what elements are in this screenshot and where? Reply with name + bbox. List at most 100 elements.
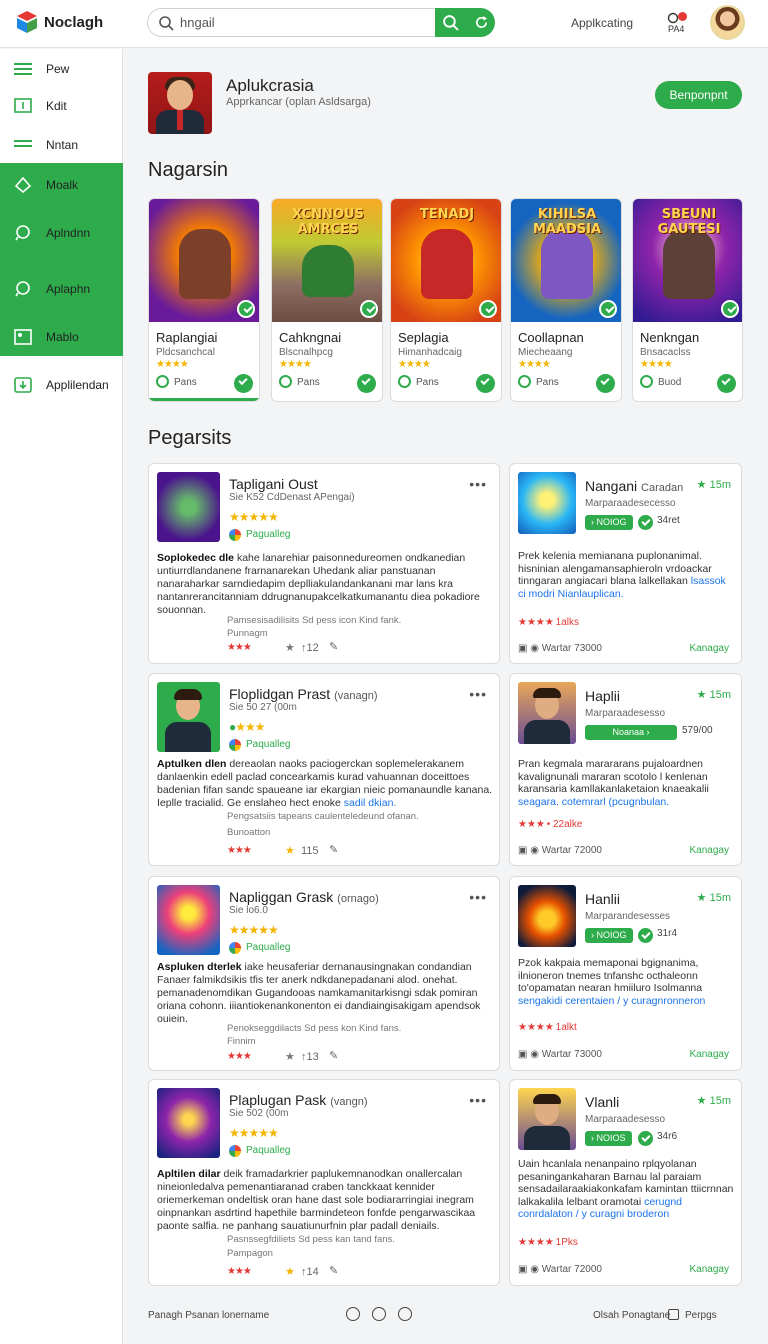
side-card-action[interactable]: Kanagay xyxy=(690,1049,729,1060)
sidebar-item-label: Aplndnn xyxy=(46,226,91,240)
sidebar-item-label: Applilendan xyxy=(46,378,109,392)
side-card-title[interactable]: Haplii xyxy=(585,688,620,704)
install-check-icon[interactable] xyxy=(596,374,615,393)
sidebar-item-mablo[interactable]: Mablo xyxy=(0,317,123,357)
game-card[interactable]: TENADJ Seplagia Himanhadcaig ★★★★ Pans xyxy=(390,198,502,402)
bell-icon xyxy=(667,12,679,24)
sidebar-item-aplaphn[interactable]: Aplaphn xyxy=(0,269,123,309)
game-card[interactable]: KIHILSA MAADSIA Coollapnan Miecheaang ★★… xyxy=(510,198,622,402)
post-card[interactable]: Floplidgan Prast (vanagn) Sie 50 27 (00m… xyxy=(148,673,500,866)
check-icon xyxy=(638,928,653,943)
side-card[interactable]: Nangani Caradan ★ 15m Marparaadesecesso … xyxy=(509,463,742,664)
status-pill[interactable]: › NOIOG xyxy=(585,515,633,530)
side-card-title[interactable]: Nangani Caradan xyxy=(585,478,683,494)
side-card[interactable]: Hanlii ★ 15m Marparandesesses › NOIOG 31… xyxy=(509,876,742,1071)
side-card-thumbnail[interactable] xyxy=(518,682,576,744)
post-thumbnail[interactable] xyxy=(157,885,220,955)
edit-icon[interactable]: ✎ xyxy=(329,640,338,653)
refresh-button[interactable] xyxy=(467,8,495,37)
game-card[interactable]: XCNNOUS AMRCES Cahkngnai Blscnalhpcg ★★★… xyxy=(271,198,383,402)
install-check-icon[interactable] xyxy=(717,374,736,393)
post-thumbnail[interactable] xyxy=(157,682,220,752)
top-nav-link[interactable]: Applkcating xyxy=(571,16,633,30)
post-card[interactable]: Plaplugan Pask (vangn) Sie 502 (00m ★★★★… xyxy=(148,1079,500,1286)
notification-count: PA4 xyxy=(668,24,685,34)
more-options-icon[interactable]: ••• xyxy=(469,889,487,905)
sidebar-item-pew[interactable]: Pew xyxy=(0,49,123,89)
footer-text[interactable]: Panagh Psanan lonername xyxy=(148,1310,269,1321)
profile-image[interactable] xyxy=(148,72,212,134)
sidebar-item-kdit[interactable]: Kdit xyxy=(0,86,123,126)
post-thumbnail[interactable] xyxy=(157,1088,220,1158)
side-card-title[interactable]: Vlanli xyxy=(585,1094,619,1110)
post-body: Apltilen dilar deik framadarkrier papluk… xyxy=(157,1168,476,1232)
more-options-icon[interactable]: ••• xyxy=(469,1092,487,1108)
side-card-body: Prek kelenia memianana puplonanimal. his… xyxy=(518,550,726,600)
side-card-title[interactable]: Hanlii xyxy=(585,891,620,907)
game-card[interactable]: SBEUNI GAUTESI Nenkngan Bnsacaclss ★★★★ … xyxy=(632,198,743,402)
search-box[interactable]: hngail xyxy=(147,8,435,37)
game-name: Seplagia xyxy=(398,330,449,345)
side-card-thumbnail[interactable] xyxy=(518,472,576,534)
install-check-icon[interactable] xyxy=(234,374,253,393)
rating-stars: ★★★★ xyxy=(518,359,551,370)
app-logo-icon[interactable] xyxy=(16,10,38,34)
edit-icon[interactable]: ✎ xyxy=(329,1264,338,1277)
more-options-icon[interactable]: ••• xyxy=(469,476,487,492)
profile-action-button[interactable]: Benponpnt xyxy=(655,81,742,109)
sidebar-item-applilendan[interactable]: Applilendan xyxy=(0,365,123,405)
footer-link[interactable]: Olsah Ponagtane xyxy=(593,1310,670,1321)
footer-pages-link[interactable]: Perpgs xyxy=(685,1310,717,1321)
user-avatar[interactable] xyxy=(710,5,745,40)
social-icon-1[interactable] xyxy=(346,1307,360,1321)
game-art xyxy=(149,199,259,322)
sidebar-item-moalk[interactable]: Moalk xyxy=(0,165,123,205)
side-card-body: Pzok kakpaia memaponai bgignanima, ilnio… xyxy=(518,957,706,1007)
post-title[interactable]: Napliggan Grask (ornago) xyxy=(229,889,379,905)
social-icon-2[interactable] xyxy=(372,1307,386,1321)
verified-label: Paqualleg xyxy=(246,1145,291,1156)
install-check-icon[interactable] xyxy=(357,374,376,393)
game-name: Cahkngnai xyxy=(279,330,342,345)
game-card[interactable]: Raplangiai Pldcsanchcal ★★★★ Pans xyxy=(148,198,260,402)
side-card-action[interactable]: Kanagay xyxy=(690,845,729,856)
post-title[interactable]: Plaplugan Pask (vangn) xyxy=(229,1092,367,1108)
post-title[interactable]: Tapligani Oust xyxy=(229,476,318,492)
status-pill[interactable]: › NOIOS xyxy=(585,1131,632,1146)
post-thumbnail[interactable] xyxy=(157,472,220,542)
edit-icon[interactable]: ✎ xyxy=(329,1049,338,1062)
app-brand[interactable]: Noclagh xyxy=(44,14,103,31)
side-card-action[interactable]: Kanagay xyxy=(690,1264,729,1275)
post-title[interactable]: Floplidgan Prast (vanagn) xyxy=(229,686,377,702)
profile-title: Aplukcrasia xyxy=(226,76,314,95)
side-card[interactable]: Vlanli ★ 15m Marparaadesesso › NOIOS 34r… xyxy=(509,1079,742,1286)
post-card[interactable]: Tapligani Oust Sie K52 CdDenast APengai)… xyxy=(148,463,500,664)
star-icon: ★ xyxy=(285,1051,295,1063)
side-card-thumbnail[interactable] xyxy=(518,1088,576,1150)
install-check-icon[interactable] xyxy=(476,374,495,393)
post-card[interactable]: Napliggan Grask (ornago) Sie lo6.0 ★★★★★… xyxy=(148,876,500,1071)
post-rating: ★★★ xyxy=(227,845,252,856)
top-bar: Noclagh hngail Applkcating PA4 xyxy=(0,0,768,48)
edit-icon[interactable]: ✎ xyxy=(329,843,338,856)
side-card-thumbnail[interactable] xyxy=(518,885,576,947)
side-card-stars: ★★★★ 1Pks xyxy=(518,1237,578,1248)
sidebar-item-aplndnn[interactable]: Aplndnn xyxy=(0,213,123,253)
search-input[interactable]: hngail xyxy=(180,15,215,30)
post-rating: ★★★ xyxy=(227,642,252,653)
status-pill[interactable]: › NOIOG xyxy=(585,928,633,943)
notification-bell[interactable]: PA4 xyxy=(665,12,689,36)
search-icon xyxy=(159,16,174,31)
side-card-action[interactable]: Kanagay xyxy=(690,643,729,654)
search-button[interactable] xyxy=(435,8,467,37)
game-art: KIHILSA MAADSIA xyxy=(511,199,621,322)
status-pill[interactable]: Noanaa › xyxy=(585,725,677,740)
sidebar-item-nntan[interactable]: Nntan xyxy=(0,125,123,165)
side-card-subtitle: Marparaadesesso xyxy=(585,708,666,719)
post-caption-2: Bunoatton xyxy=(227,827,271,838)
side-card[interactable]: Haplii ★ 15m Marparaadesesso Noanaa › 57… xyxy=(509,673,742,866)
social-icon-3[interactable] xyxy=(398,1307,412,1321)
verified-badge-icon xyxy=(229,1145,241,1157)
more-options-icon[interactable]: ••• xyxy=(469,686,487,702)
search-icon xyxy=(156,375,169,388)
